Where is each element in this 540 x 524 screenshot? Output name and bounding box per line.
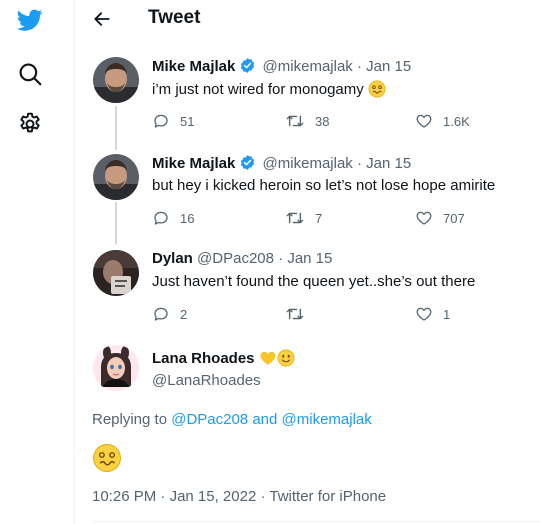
- mention-link[interactable]: @mikemajlak: [282, 411, 372, 428]
- heart-icon: [416, 114, 432, 128]
- tweet-actions: 51 38 1.6K: [152, 112, 522, 132]
- tweet-text: but hey i kicked heroin so let’s not los…: [152, 177, 496, 194]
- back-button[interactable]: [89, 6, 115, 32]
- reply-button[interactable]: 51: [152, 112, 194, 130]
- tweet-actions: 2 1: [152, 305, 522, 325]
- replying-to: Replying to @DPac208 and @mikemajlak: [92, 411, 372, 428]
- verified-badge-icon: [239, 57, 256, 78]
- woozy-face-icon: [92, 443, 122, 473]
- smiling-face-icon: [277, 349, 295, 371]
- search-icon[interactable]: [14, 58, 46, 90]
- author-name[interactable]: Mike Majlak: [152, 155, 235, 172]
- author-handle[interactable]: @DPac208: [197, 250, 274, 267]
- reply-button[interactable]: 16: [152, 209, 194, 227]
- retweet-button[interactable]: 7: [285, 209, 322, 227]
- reply-icon: [154, 307, 168, 321]
- page-title: Tweet: [148, 7, 201, 28]
- reply-icon: [154, 114, 168, 128]
- retweet-button[interactable]: [285, 305, 315, 323]
- author-handle[interactable]: @mikemajlak: [263, 155, 353, 172]
- yellow-heart-icon: [259, 349, 277, 371]
- woozy-face-icon: [368, 80, 386, 102]
- thread-tweet[interactable]: Mike Majlak @mikemajlak · Jan 15 i’m jus…: [75, 53, 540, 145]
- tweet-header: Dylan @DPac208 · Jan 15: [152, 250, 333, 267]
- retweet-icon: [286, 212, 304, 224]
- heart-icon: [416, 307, 432, 321]
- twitter-logo-icon[interactable]: [14, 4, 46, 36]
- author-name[interactable]: Mike Majlak: [152, 58, 235, 75]
- divider: [92, 521, 540, 522]
- tweet-date[interactable]: Jan 15: [366, 58, 411, 75]
- tweet-time[interactable]: 10:26 PM: [92, 488, 156, 505]
- tweet-actions: 16 7 707: [152, 209, 522, 229]
- mention-link[interactable]: @DPac208: [171, 411, 248, 428]
- avatar[interactable]: [93, 57, 139, 103]
- tweet-header: Mike Majlak @mikemajlak · Jan 15: [152, 154, 411, 175]
- avatar[interactable]: [93, 345, 139, 391]
- avatar[interactable]: [93, 154, 139, 200]
- verified-badge-icon: [239, 154, 256, 175]
- author-name[interactable]: Lana Rhoades: [152, 349, 295, 371]
- retweet-icon: [286, 308, 304, 320]
- tweet-full-date[interactable]: Jan 15, 2022: [170, 488, 257, 505]
- author-handle[interactable]: @mikemajlak: [263, 58, 353, 75]
- author-name[interactable]: Dylan: [152, 250, 193, 267]
- retweet-icon: [286, 115, 304, 127]
- thread-tweet[interactable]: Mike Majlak @mikemajlak · Jan 15 but hey…: [75, 150, 540, 242]
- header: Tweet: [75, 0, 540, 38]
- tweet-text: Just haven’t found the queen yet..she’s …: [152, 273, 476, 290]
- retweet-button[interactable]: 38: [285, 112, 329, 130]
- arrow-left-icon: [94, 12, 110, 26]
- thread-tweet[interactable]: Dylan @DPac208 · Jan 15 Just haven’t fou…: [75, 246, 540, 338]
- tweet-timestamp: 10:26 PM · Jan 15, 2022 · Twitter for iP…: [92, 488, 387, 505]
- main-column: Tweet Mike Majlak @mikemajlak · Jan 15 i…: [74, 0, 540, 524]
- heart-icon: [416, 211, 432, 225]
- like-button[interactable]: 707: [415, 209, 465, 227]
- tweet-date[interactable]: Jan 15: [287, 250, 332, 267]
- tweet-source[interactable]: Twitter for iPhone: [269, 488, 386, 505]
- author-handle[interactable]: @LanaRhoades: [152, 372, 261, 389]
- reply-button[interactable]: 2: [152, 305, 187, 323]
- settings-icon[interactable]: [14, 108, 46, 140]
- like-button[interactable]: 1: [415, 305, 450, 323]
- like-button[interactable]: 1.6K: [415, 112, 470, 130]
- tweet-header: Mike Majlak @mikemajlak · Jan 15: [152, 57, 411, 78]
- tweet-text: i’m just not wired for monogamy: [152, 80, 386, 102]
- avatar[interactable]: [93, 250, 139, 296]
- reply-icon: [154, 211, 168, 225]
- tweet-date[interactable]: Jan 15: [366, 155, 411, 172]
- left-nav: [0, 0, 62, 524]
